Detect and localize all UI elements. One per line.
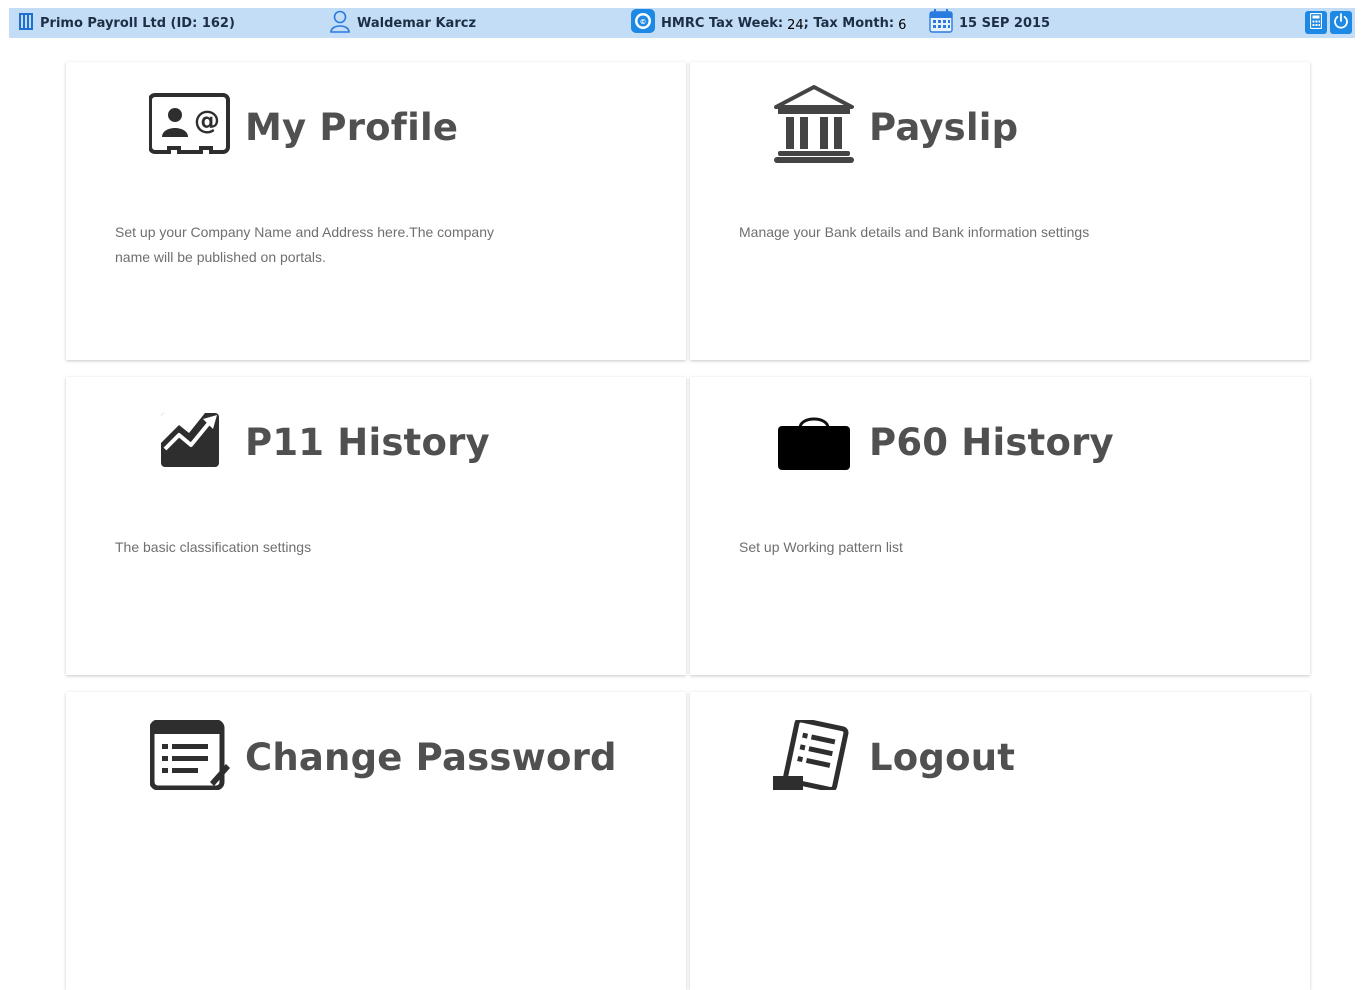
user-info[interactable]: Waldemar Karcz bbox=[329, 8, 476, 38]
card-payslip[interactable]: Payslip Manage your Bank details and Ban… bbox=[690, 62, 1310, 360]
form-edit-icon bbox=[148, 714, 232, 796]
trend-chart-icon bbox=[148, 399, 232, 481]
contact-card-icon: @ bbox=[148, 84, 232, 166]
power-button[interactable] bbox=[1330, 11, 1352, 34]
card-description: Set up your Company Name and Address her… bbox=[115, 224, 494, 265]
hmrc-week-label: HMRC Tax Week: bbox=[661, 15, 784, 31]
company-name: Primo Payroll Ltd (ID: 162) bbox=[40, 15, 235, 31]
card-description: Manage your Bank details and Bank inform… bbox=[739, 224, 1090, 240]
briefcase-icon bbox=[772, 399, 856, 481]
company-info: Primo Payroll Ltd (ID: 162) bbox=[18, 8, 235, 38]
card-title: Change Password bbox=[245, 736, 617, 779]
svg-text:©: © bbox=[640, 18, 647, 26]
calendar-icon bbox=[929, 9, 953, 37]
user-name: Waldemar Karcz bbox=[357, 15, 477, 31]
building-icon bbox=[18, 11, 34, 35]
topbar-actions bbox=[1305, 11, 1352, 34]
power-icon bbox=[1333, 12, 1349, 33]
bank-icon bbox=[772, 84, 856, 166]
hmrc-month-label: ; Tax Month: bbox=[803, 15, 895, 31]
top-bar: Primo Payroll Ltd (ID: 162) Waldemar Kar… bbox=[9, 8, 1355, 38]
card-p60-history[interactable]: P60 History Set up Working pattern list bbox=[690, 377, 1310, 675]
hmrc-month-value: 6 bbox=[898, 17, 907, 33]
calculator-button[interactable] bbox=[1305, 11, 1327, 34]
card-my-profile[interactable]: @ My Profile Set up your Company Name an… bbox=[66, 62, 686, 360]
user-icon bbox=[329, 9, 351, 37]
hmrc-week-value: 24 bbox=[787, 17, 804, 33]
calculator-icon bbox=[1309, 12, 1323, 33]
card-title: My Profile bbox=[245, 106, 459, 149]
document-list-icon bbox=[772, 714, 856, 796]
card-change-password[interactable]: Change Password bbox=[66, 692, 686, 990]
card-description: Set up Working pattern list bbox=[739, 539, 903, 555]
date-text: 15 SEP 2015 bbox=[959, 15, 1051, 31]
card-title: Payslip bbox=[869, 106, 1019, 149]
card-title: Logout bbox=[869, 736, 1016, 779]
card-p11-history[interactable]: P11 History The basic classification set… bbox=[66, 377, 686, 675]
card-title: P11 History bbox=[245, 421, 490, 464]
card-description: The basic classification settings bbox=[115, 539, 312, 555]
card-logout[interactable]: Logout bbox=[690, 692, 1310, 990]
hmrc-tax-info: © HMRC Tax Week: 24 ; Tax Month: 6 bbox=[631, 8, 906, 38]
current-date: 15 SEP 2015 bbox=[929, 8, 1050, 38]
hmrc-icon: © bbox=[631, 9, 655, 37]
card-title: P60 History bbox=[869, 421, 1114, 464]
svg-text:@: @ bbox=[194, 106, 220, 136]
